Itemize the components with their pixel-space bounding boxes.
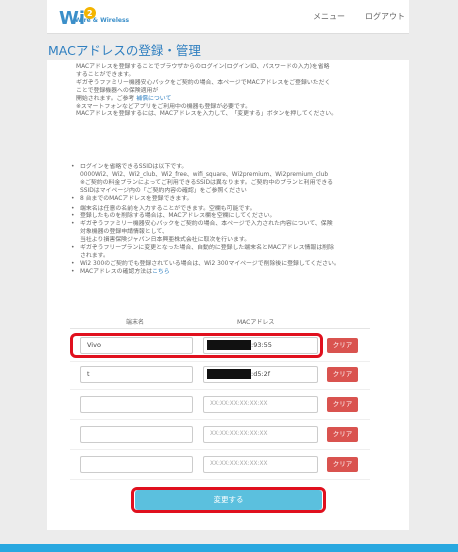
note-item: Wi2 300のご契約でも登録されている場合は、Wi2 300マイページで削除後… xyxy=(70,261,390,269)
logo-subtitle: Wire & Wireless xyxy=(75,17,130,24)
note-item: 8 台までのMACアドレスを登録できます。 xyxy=(70,196,390,204)
coverage-link[interactable]: 補償について xyxy=(136,96,171,102)
device-name-input[interactable] xyxy=(80,456,193,473)
clear-button[interactable]: クリア xyxy=(327,457,358,472)
note-item: ギガぞうフリープランに変更となった場合、自動的に登録した端末名とMACアドレス情… xyxy=(70,245,390,261)
intro-line: MACアドレスを登録することでブラウザからのログイン(ログインID、パスワードの… xyxy=(76,64,330,70)
note-line: 当社より損害保険ジャパン日本興亜株式会社に取次を行います。 xyxy=(80,237,251,244)
mac-address-input[interactable]: :d5:2f xyxy=(203,366,318,383)
device-name-input[interactable] xyxy=(80,426,193,443)
clear-button[interactable]: クリア xyxy=(327,427,358,442)
note-line: SSIDはマイページ内の「ご契約内容の確認」をご参照ください xyxy=(80,187,247,194)
note-line: 対象機器の登録申請情報として、 xyxy=(80,229,168,236)
table-header-divider xyxy=(70,328,370,329)
note-line: ギガぞうフリープランに変更となった場合、自動的に登録した端末名とMACアドレス情… xyxy=(80,245,334,252)
intro-link-prefix: 開始されます。ご参考 xyxy=(76,95,137,102)
intro-line: ギガぞうファミリー機器安心パックをご契約の場合、本ページでMACアドレスをご登録… xyxy=(76,79,331,86)
redacted-block xyxy=(207,369,251,379)
footer-bar xyxy=(0,544,458,552)
note-item: ギガぞうファミリー機器安心パックをご契約の場合、本ページで入力された内容について… xyxy=(70,221,390,245)
device-name-input[interactable] xyxy=(80,396,193,413)
nav-menu[interactable]: メニュー xyxy=(313,11,345,22)
mac-address-input[interactable]: XX:XX:XX:XX:XX:XX xyxy=(203,426,318,443)
column-header-name: 端末名 xyxy=(126,319,145,326)
highlight-box-row1 xyxy=(70,333,323,358)
intro-line: することができます。 xyxy=(76,71,135,78)
submit-button[interactable]: 変更する xyxy=(135,490,322,510)
top-header: Wi 2 Wire & Wireless メニュー ログアウト xyxy=(47,0,409,34)
mac-value: :d5:2f xyxy=(251,370,271,378)
intro-text: MACアドレスを登録することでブラウザからのログイン(ログインID、パスワードの… xyxy=(76,64,386,119)
row-divider xyxy=(70,479,370,480)
nav-logout[interactable]: ログアウト xyxy=(365,11,405,22)
note-line: Wi2 300のご契約でも登録されている場合は、Wi2 300マイページで削除後… xyxy=(80,260,340,267)
note-line: ログインを省略できるSSIDは以下です。 xyxy=(80,164,188,170)
mac-address-input[interactable]: XX:XX:XX:XX:XX:XX xyxy=(203,456,318,473)
clear-button[interactable]: クリア xyxy=(327,397,358,412)
column-header-mac: MACアドレス xyxy=(237,319,275,326)
note-line: MACアドレスの確認方法は xyxy=(80,268,153,275)
row-divider xyxy=(70,419,370,420)
note-line: されます。 xyxy=(80,252,109,259)
device-name-input[interactable]: t xyxy=(80,366,193,383)
intro-line: ことで登録機器への保険適用が xyxy=(76,87,159,94)
page-title: MACアドレスの登録・管理 xyxy=(48,43,201,58)
row-divider xyxy=(70,449,370,450)
note-item: MACアドレスの確認方法はこちら xyxy=(70,269,390,277)
clear-button[interactable]: クリア xyxy=(327,338,358,353)
note-item: ログインを省略できるSSIDは以下です。 0000Wi2、Wi2、Wi2_clu… xyxy=(70,164,390,196)
note-line: 0000Wi2、Wi2、Wi2_club、Wi2_free、wifi_squar… xyxy=(80,171,329,178)
intro-line: MACアドレスを登録するには、MACアドレスを入力して、「変更する」ボタンを押し… xyxy=(76,111,338,118)
notes-list: ログインを省略できるSSIDは以下です。 0000Wi2、Wi2、Wi2_clu… xyxy=(70,164,390,277)
note-line: ※ご契約の料金プランによってご利用できるSSIDは異なります。ご契約中のプランと… xyxy=(80,179,334,186)
row-divider xyxy=(70,361,370,362)
row-divider xyxy=(70,389,370,390)
mac-address-input[interactable]: XX:XX:XX:XX:XX:XX xyxy=(203,396,318,413)
intro-line: 開始されます。ご参考 補償について xyxy=(76,96,386,104)
clear-button[interactable]: クリア xyxy=(327,367,358,382)
note-line: 8 台までのMACアドレスを登録できます。 xyxy=(80,195,193,202)
mac-check-link[interactable]: こちら xyxy=(152,269,170,275)
